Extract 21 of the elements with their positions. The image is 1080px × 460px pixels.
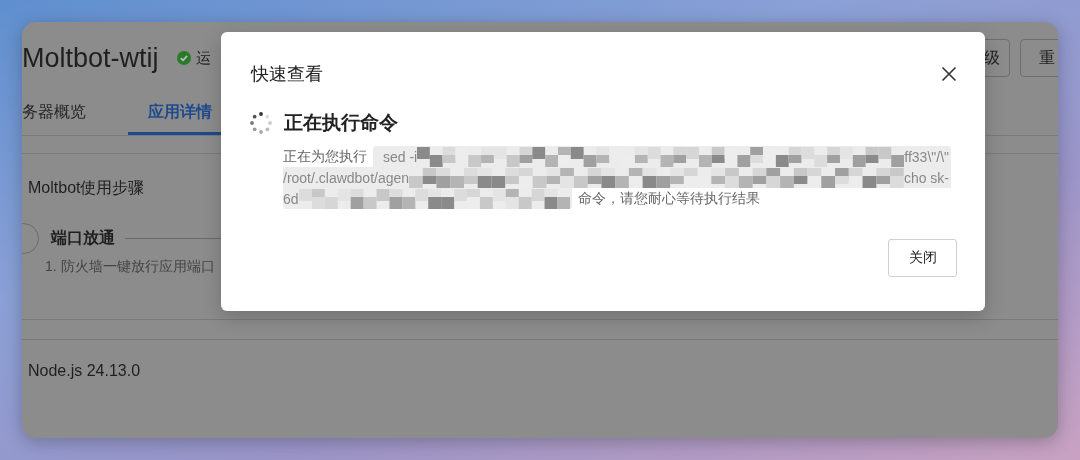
message-text: 命令，请您耐心等待执行结果 (578, 189, 761, 208)
header-button[interactable]: 重 (1020, 39, 1058, 77)
check-circle-icon (176, 51, 191, 65)
step-title: 端口放通 (51, 228, 115, 248)
command-text: 6d (283, 190, 299, 207)
dialog-title: 快速查看 (251, 63, 323, 86)
section-title: Moltbot使用步骤 (28, 178, 145, 198)
close-button[interactable]: 关闭 (888, 239, 957, 277)
command-text: sed -i (383, 148, 418, 165)
step-description: 1. 防火墙一键放行应用端口 (45, 258, 215, 276)
status-text: 运 (195, 48, 211, 68)
message-text: 正在为您执行 (283, 147, 368, 166)
version-text: Node.js 24.13.0 (27, 361, 142, 380)
close-icon[interactable] (941, 66, 957, 82)
app-title: Moltbot-wtij (22, 42, 159, 74)
status-heading: 正在执行命令 (284, 111, 398, 135)
command-text: cho sk- (903, 169, 949, 186)
spinner-icon (249, 111, 273, 135)
command-text: ff33\"/\" (904, 148, 949, 165)
tab[interactable]: 务器概览 (22, 94, 106, 135)
command-text: /root/.clawdbot/agen (283, 169, 410, 186)
